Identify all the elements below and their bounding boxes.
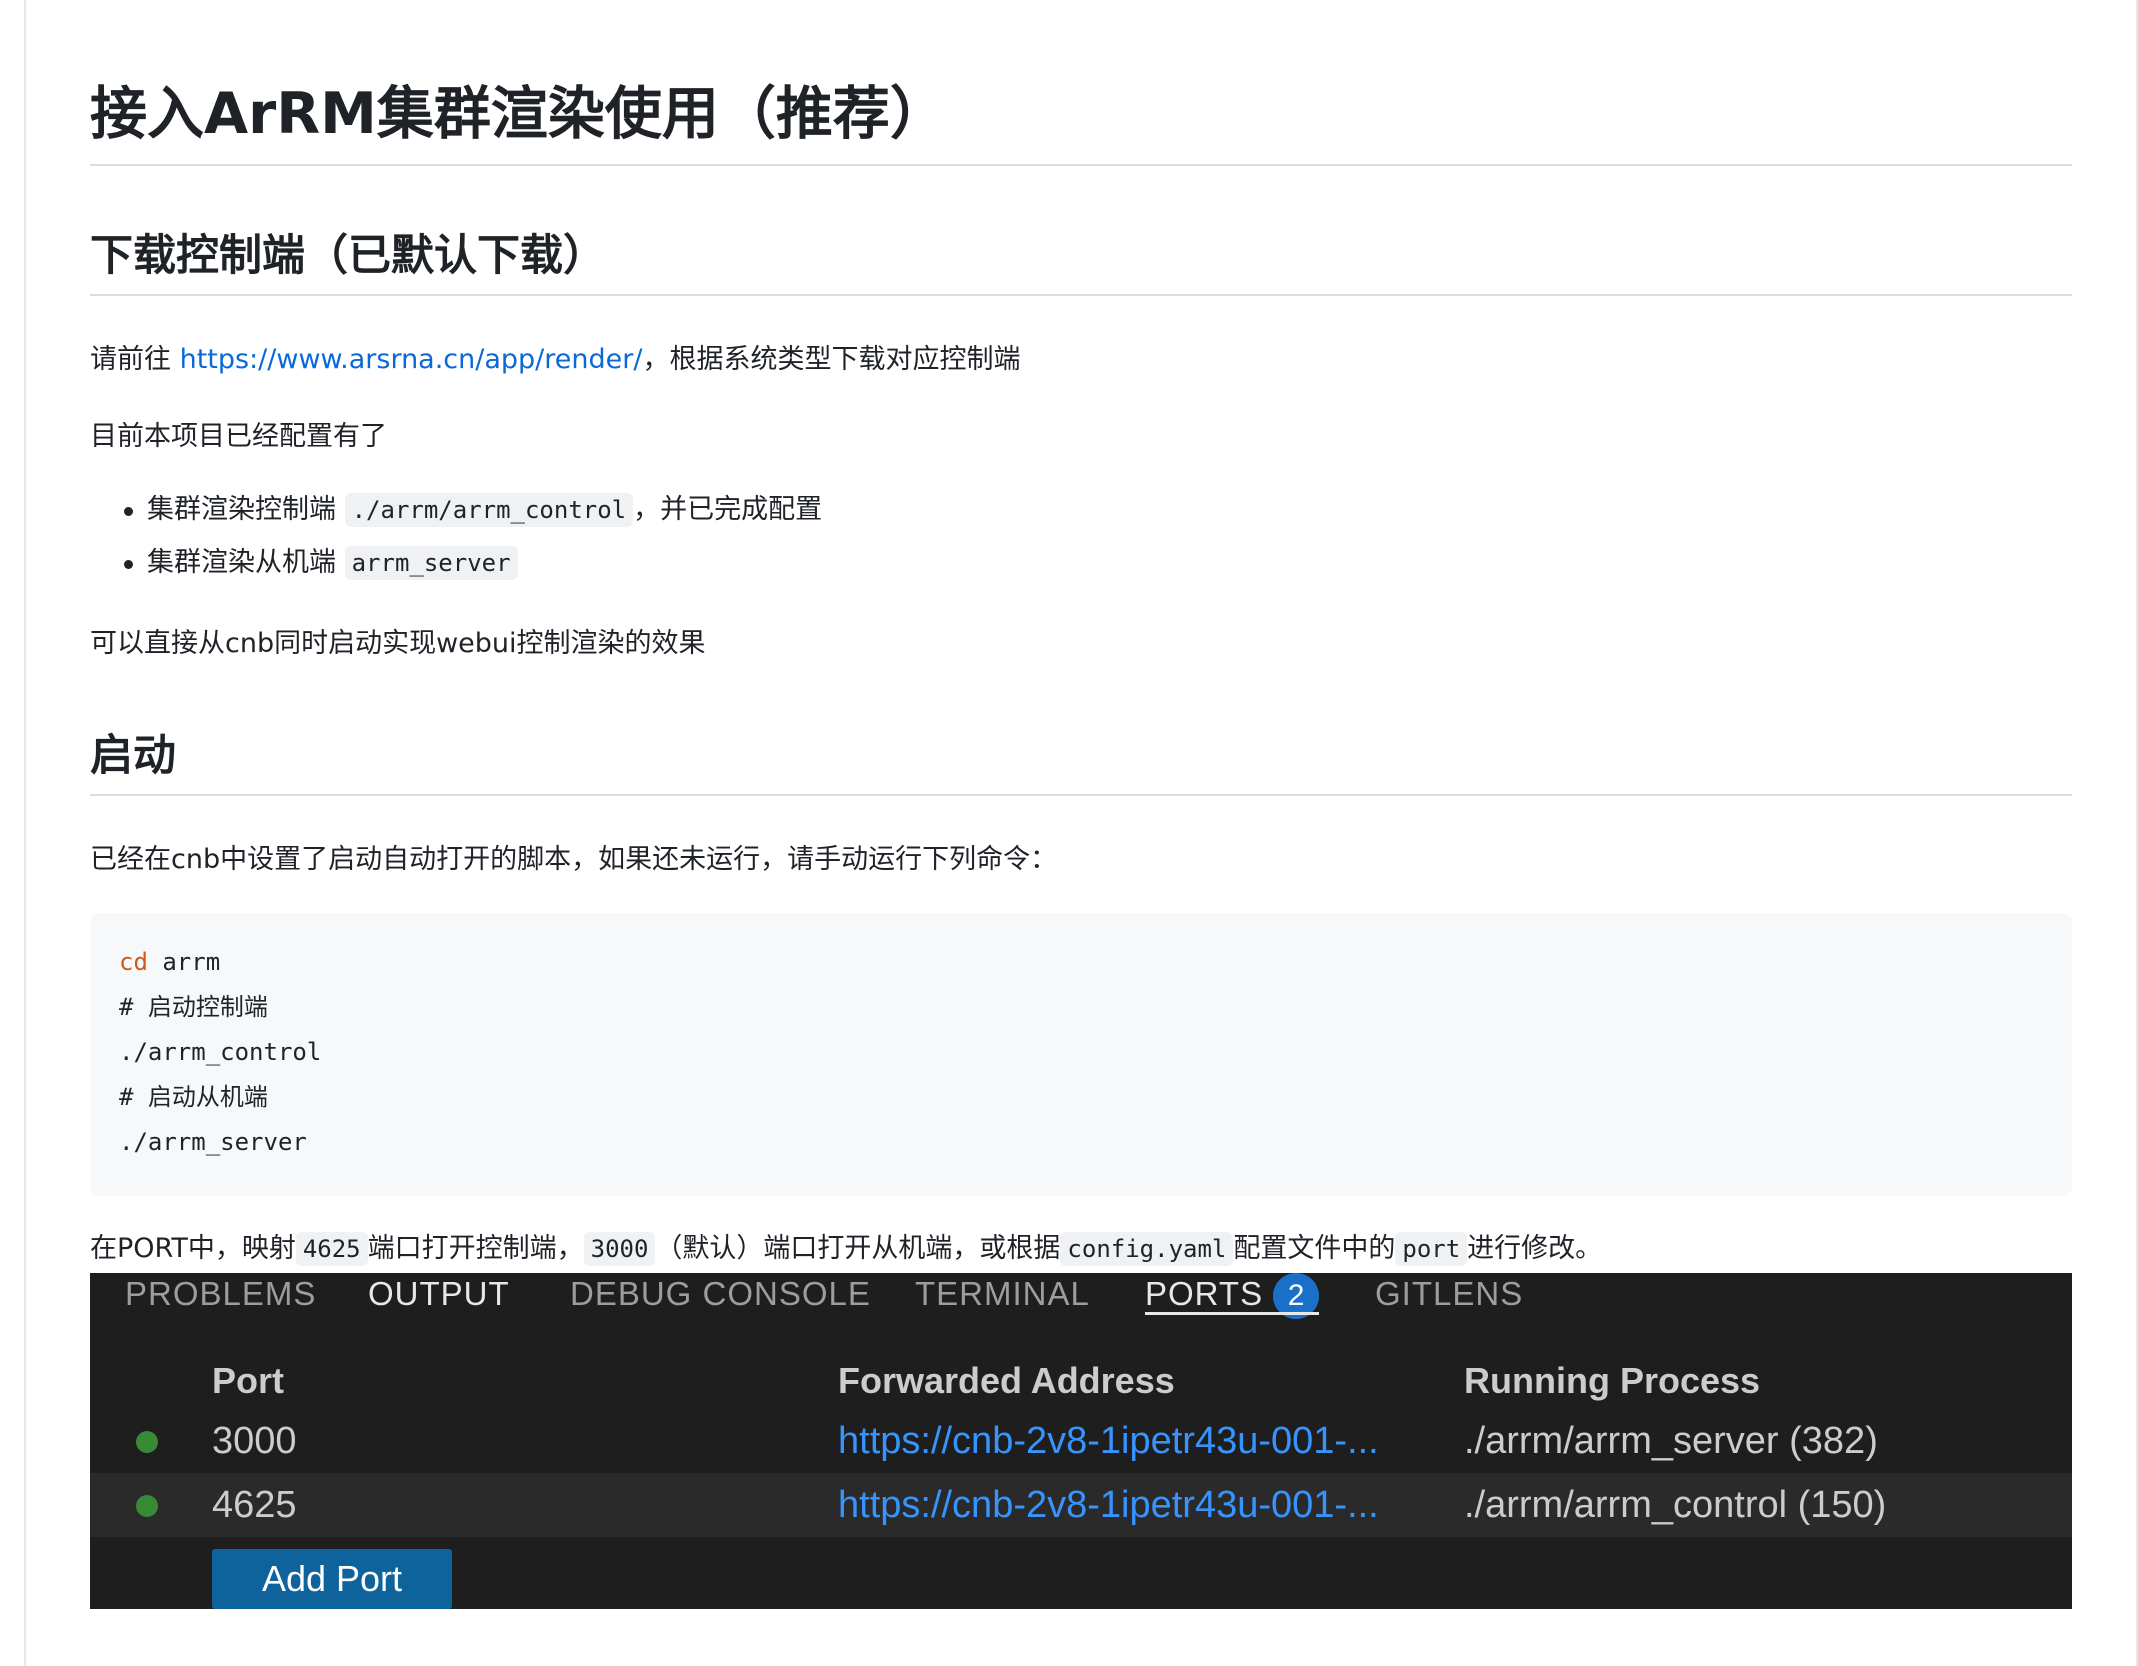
running-process: ./arrm/arrm_control (150) [1464, 1473, 1886, 1537]
running-process: ./arrm/arrm_server (382) [1464, 1409, 1878, 1473]
inline-code: port [1395, 1232, 1467, 1266]
section-heading-download: 下载控制端（已默认下载） [90, 226, 606, 286]
port-note-text: 配置文件中的 [1233, 1233, 1395, 1264]
column-header-forwarded-address: Forwarded Address [838, 1353, 1175, 1409]
code-text: arrm [148, 948, 220, 976]
section-divider [90, 294, 2072, 296]
ports-table-header: Port Forwarded Address Running Process [90, 1353, 2072, 1409]
start-paragraph: 已经在cnb中设置了启动自动打开的脚本，如果还未运行，请手动运行下列命令： [90, 840, 1057, 880]
ports-panel-screenshot: PROBLEMS OUTPUT DEBUG CONSOLE TERMINAL P… [90, 1273, 2072, 1609]
forwarded-address-link[interactable]: https://cnb-2v8-1ipetr43u-001-... [838, 1409, 1438, 1473]
tab-terminal[interactable]: TERMINAL [915, 1273, 1090, 1329]
forwarded-address-link[interactable]: https://cnb-2v8-1ipetr43u-001-... [838, 1473, 1438, 1537]
code-keyword: cd [119, 948, 148, 976]
running-status-dot-icon [136, 1495, 158, 1517]
list-item: 集群渲染控制端 ./arrm/arrm_control，并已完成配置 [90, 490, 822, 543]
inline-code: 4625 [296, 1232, 368, 1266]
inline-code: 3000 [584, 1232, 656, 1266]
inline-code: ./arrm/arrm_control [345, 493, 634, 527]
section-heading-start: 启动 [90, 726, 176, 786]
webui-paragraph: 可以直接从cnb同时启动实现webui控制渲染的效果 [90, 624, 706, 664]
table-row[interactable]: 4625 https://cnb-2v8-1ipetr43u-001-... .… [90, 1473, 2072, 1537]
configured-paragraph: 目前本项目已经配置有了 [90, 417, 387, 457]
inline-code: arrm_server [345, 546, 518, 580]
component-list: 集群渲染控制端 ./arrm/arrm_control，并已完成配置 集群渲染从… [90, 490, 822, 596]
panel-tab-bar: PROBLEMS OUTPUT DEBUG CONSOLE TERMINAL P… [90, 1273, 2072, 1329]
port-number: 3000 [212, 1409, 297, 1473]
download-text-prefix: 请前往 [90, 344, 180, 375]
download-text-suffix: ，根据系统类型下载对应控制端 [642, 344, 1020, 375]
port-note-text: 在PORT中，映射 [90, 1233, 296, 1264]
section-divider [90, 794, 2072, 796]
port-note-text: （默认）端口打开从机端，或根据 [655, 1233, 1060, 1264]
render-download-link[interactable]: https://www.arsrna.cn/app/render/ [180, 344, 643, 375]
page-left-border [24, 0, 26, 1666]
code-line: ./arrm_server [119, 1125, 307, 1159]
table-row[interactable]: 3000 https://cnb-2v8-1ipetr43u-001-... .… [90, 1409, 2072, 1473]
port-note-paragraph: 在PORT中，映射4625端口打开控制端，3000（默认）端口打开从机端，或根据… [90, 1229, 1602, 1269]
running-status-dot-icon [136, 1431, 158, 1453]
list-item: 集群渲染从机端 arrm_server [90, 543, 822, 596]
ports-count-badge: 2 [1273, 1273, 1319, 1319]
title-divider [90, 164, 2072, 166]
code-line: ./arrm_control [119, 1035, 321, 1069]
tab-ports[interactable]: PORTS 2 [1145, 1273, 1319, 1329]
port-note-text: 端口打开控制端， [368, 1233, 584, 1264]
list-item-suffix: ，并已完成配置 [633, 494, 822, 525]
tab-debug-console[interactable]: DEBUG CONSOLE [570, 1273, 871, 1329]
tab-ports-label: PORTS [1145, 1275, 1263, 1312]
tab-output[interactable]: OUTPUT [368, 1273, 510, 1329]
port-note-text: 进行修改。 [1467, 1233, 1602, 1264]
tab-gitlens[interactable]: GITLENS [1375, 1273, 1523, 1329]
code-line: cd arrm [119, 945, 220, 979]
code-block: cd arrm # 启动控制端 ./arrm_control # 启动从机端 .… [90, 913, 2072, 1196]
inline-code: config.yaml [1060, 1232, 1233, 1266]
port-number: 4625 [212, 1473, 297, 1537]
column-header-port: Port [212, 1353, 284, 1409]
list-item-label: 集群渲染从机端 [147, 547, 345, 578]
code-comment: # 启动控制端 [119, 990, 268, 1024]
column-header-running-process: Running Process [1464, 1353, 1760, 1409]
page-title: 接入ArRM集群渲染使用（推荐） [90, 76, 947, 152]
code-comment: # 启动从机端 [119, 1080, 268, 1114]
tab-problems[interactable]: PROBLEMS [125, 1273, 316, 1329]
download-paragraph: 请前往 https://www.arsrna.cn/app/render/，根据… [90, 340, 1020, 380]
list-item-label: 集群渲染控制端 [147, 494, 345, 525]
add-port-button[interactable]: Add Port [212, 1549, 452, 1609]
